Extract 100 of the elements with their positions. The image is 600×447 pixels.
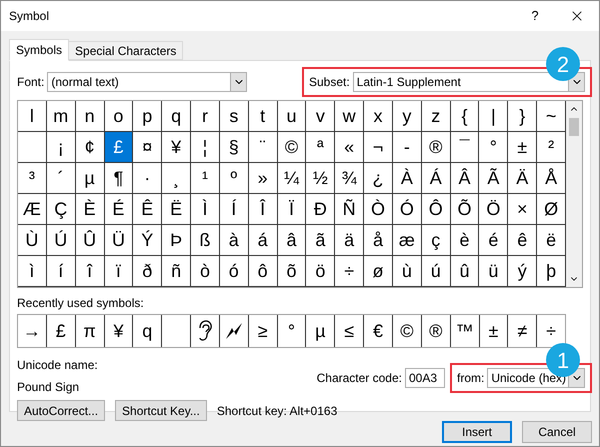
symbol-cell[interactable]: [18, 132, 47, 163]
symbol-cell[interactable]: x: [364, 101, 393, 132]
character-code-field[interactable]: 00A3: [405, 368, 445, 388]
symbol-cell[interactable]: Ø: [537, 194, 566, 225]
symbol-cell[interactable]: q: [162, 101, 192, 132]
symbol-cell[interactable]: u: [278, 101, 306, 132]
symbol-cell[interactable]: ü: [479, 256, 508, 287]
symbol-cell[interactable]: Á: [422, 163, 451, 194]
symbol-cell[interactable]: {: [450, 101, 480, 132]
symbol-cell[interactable]: º: [220, 163, 249, 194]
recent-symbol-cell[interactable]: ¥: [104, 315, 134, 347]
symbol-cell[interactable]: n: [76, 101, 105, 132]
dialog-button[interactable]: Insert: [442, 421, 512, 443]
symbol-cell[interactable]: è: [450, 225, 480, 256]
symbol-cell[interactable]: ô: [248, 256, 278, 287]
symbol-cell[interactable]: ý: [508, 256, 538, 287]
symbol-cell[interactable]: ò: [191, 256, 220, 287]
symbol-cell[interactable]: É: [104, 194, 134, 225]
symbol-cell[interactable]: Æ: [18, 194, 47, 225]
symbol-cell[interactable]: ©: [278, 132, 306, 163]
symbol-cell[interactable]: ù: [392, 256, 422, 287]
symbol-cell[interactable]: í: [46, 256, 76, 287]
symbol-cell[interactable]: Ë: [162, 194, 192, 225]
symbol-cell[interactable]: â: [278, 225, 306, 256]
symbol-cell[interactable]: Ô: [422, 194, 451, 225]
symbol-cell[interactable]: ï: [104, 256, 134, 287]
symbol-cell[interactable]: ø: [364, 256, 393, 287]
symbol-cell[interactable]: È: [76, 194, 105, 225]
recent-symbol-cell[interactable]: ±: [480, 315, 508, 347]
symbol-cell[interactable]: ê: [508, 225, 538, 256]
symbol-cell[interactable]: ÷: [335, 256, 364, 287]
dialog-button[interactable]: Cancel: [522, 421, 592, 443]
symbol-cell[interactable]: ¯: [450, 132, 480, 163]
symbol-cell[interactable]: ´: [46, 163, 76, 194]
symbol-cell[interactable]: à: [220, 225, 249, 256]
symbol-cell[interactable]: Ê: [133, 194, 162, 225]
symbol-cell[interactable]: z: [422, 101, 451, 132]
symbol-cell[interactable]: ¤: [133, 132, 162, 163]
symbol-cell[interactable]: ®: [422, 132, 451, 163]
symbol-cell[interactable]: ö: [306, 256, 336, 287]
symbol-cell[interactable]: Ü: [104, 225, 134, 256]
symbol-cell[interactable]: ²: [537, 132, 566, 163]
help-button[interactable]: ?: [515, 1, 555, 31]
symbol-cell[interactable]: æ: [392, 225, 422, 256]
symbol-cell[interactable]: Â: [450, 163, 480, 194]
symbol-cell[interactable]: }: [508, 101, 538, 132]
symbol-cell[interactable]: ã: [306, 225, 336, 256]
scrollbar[interactable]: [566, 101, 582, 287]
symbol-cell[interactable]: Ú: [46, 225, 76, 256]
symbol-cell[interactable]: r: [191, 101, 220, 132]
symbol-cell[interactable]: ¹: [191, 163, 220, 194]
symbol-cell[interactable]: é: [479, 225, 508, 256]
symbol-cell[interactable]: ~: [537, 101, 566, 132]
symbol-cell[interactable]: »: [248, 163, 278, 194]
symbol-cell[interactable]: Í: [220, 194, 249, 225]
tab[interactable]: Symbols: [9, 39, 70, 61]
symbol-cell[interactable]: y: [392, 101, 422, 132]
symbol-cell[interactable]: Ó: [392, 194, 422, 225]
symbol-cell[interactable]: ë: [537, 225, 566, 256]
symbol-cell[interactable]: °: [479, 132, 508, 163]
symbol-cell[interactable]: ª: [306, 132, 336, 163]
symbol-cell[interactable]: ñ: [162, 256, 192, 287]
symbol-cell[interactable]: «: [335, 132, 364, 163]
symbol-cell[interactable]: ¢: [76, 132, 105, 163]
symbol-cell[interactable]: î: [76, 256, 105, 287]
symbol-cell[interactable]: ×: [508, 194, 538, 225]
symbol-cell[interactable]: t: [248, 101, 278, 132]
symbol-cell[interactable]: ¨: [248, 132, 278, 163]
symbol-cell[interactable]: ¶: [104, 163, 134, 194]
symbol-cell[interactable]: Î: [248, 194, 278, 225]
symbol-cell[interactable]: Û: [76, 225, 105, 256]
symbol-cell[interactable]: µ: [76, 163, 105, 194]
recent-symbol-cell[interactable]: π: [76, 315, 105, 347]
symbol-cell[interactable]: £: [104, 132, 134, 163]
symbol-cell[interactable]: á: [248, 225, 278, 256]
symbol-cell[interactable]: Ð: [306, 194, 336, 225]
symbol-cell[interactable]: Õ: [450, 194, 480, 225]
symbol-cell[interactable]: ä: [335, 225, 364, 256]
symbol-cell[interactable]: å: [364, 225, 393, 256]
symbol-cell[interactable]: À: [392, 163, 422, 194]
symbol-cell[interactable]: þ: [537, 256, 566, 287]
symbol-cell[interactable]: ±: [508, 132, 538, 163]
symbol-cell[interactable]: Ä: [508, 163, 538, 194]
symbol-cell[interactable]: m: [46, 101, 76, 132]
symbol-cell[interactable]: |: [479, 101, 508, 132]
symbol-cell[interactable]: ¡: [46, 132, 76, 163]
symbol-cell[interactable]: Ö: [479, 194, 508, 225]
symbol-cell[interactable]: ·: [133, 163, 162, 194]
symbol-cell[interactable]: w: [335, 101, 364, 132]
symbol-cell[interactable]: ¾: [335, 163, 364, 194]
symbol-cell[interactable]: v: [306, 101, 336, 132]
symbol-cell[interactable]: p: [133, 101, 162, 132]
symbol-cell[interactable]: ß: [191, 225, 220, 256]
recent-symbol-cell[interactable]: °: [278, 315, 306, 347]
symbol-cell[interactable]: Ò: [364, 194, 393, 225]
symbol-cell[interactable]: ½: [306, 163, 336, 194]
symbol-cell[interactable]: s: [220, 101, 249, 132]
symbol-cell[interactable]: õ: [278, 256, 306, 287]
symbol-cell[interactable]: o: [104, 101, 134, 132]
symbol-cell[interactable]: Ï: [278, 194, 306, 225]
